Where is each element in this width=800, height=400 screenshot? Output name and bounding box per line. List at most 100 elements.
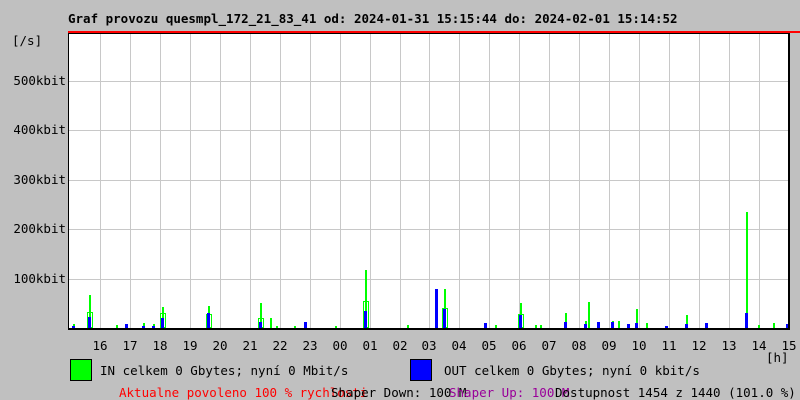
out-bar (72, 326, 75, 328)
hour-tick-label: 17 (122, 338, 138, 353)
y-tick-label: 300kbit (13, 172, 66, 187)
grid-line-vertical (669, 34, 670, 328)
hour-tick-label: 13 (721, 338, 737, 353)
hour-tick-label: 05 (481, 338, 497, 353)
out-bar (304, 322, 307, 328)
grid-line-vertical (759, 34, 760, 328)
grid-line-horizontal (69, 81, 788, 82)
in-spike (758, 325, 760, 328)
out-bar (88, 317, 91, 328)
grid-line-vertical (429, 34, 430, 328)
in-spike (540, 325, 542, 328)
hour-tick-label: 16 (92, 338, 108, 353)
hour-tick-label: 02 (392, 338, 408, 353)
hour-tick-label: 04 (451, 338, 467, 353)
grid-line-vertical (400, 34, 401, 328)
in-spike (335, 326, 337, 328)
y-tick-label: 400kbit (13, 122, 66, 137)
in-spike (646, 323, 648, 328)
out-bar (142, 326, 145, 328)
out-bar (665, 326, 668, 328)
hour-tick-label: 10 (631, 338, 647, 353)
hour-tick-label: 08 (571, 338, 587, 353)
hour-tick-label: 22 (272, 338, 288, 353)
grid-line-vertical (190, 34, 191, 328)
availability-text: Dostupnost 1454 z 1440 (101.0 %) (555, 385, 796, 400)
y-tick-label: 200kbit (13, 221, 66, 236)
in-spike (618, 321, 620, 328)
legend-in-label: IN celkem 0 Gbytes; nyní 0 Mbit/s (100, 363, 349, 378)
y-tick-label: 100kbit (13, 271, 66, 286)
hour-tick-label: 23 (302, 338, 318, 353)
graph-title: Graf provozu quesmpl_172_21_83_41 od: 20… (68, 11, 678, 26)
shaper-down-text: Shaper Down: 100 M (331, 385, 467, 400)
in-spike (535, 325, 537, 328)
grid-line-vertical (160, 34, 161, 328)
grid-line-vertical (639, 34, 640, 328)
grid-line-vertical (310, 34, 311, 328)
out-bar (259, 322, 262, 328)
grid-line-vertical (220, 34, 221, 328)
in-spike (495, 325, 497, 328)
hour-tick-label: 12 (691, 338, 707, 353)
grid-line-vertical (280, 34, 281, 328)
out-bar (519, 315, 522, 328)
y-tick-label: 500kbit (13, 73, 66, 88)
grid-line-horizontal (69, 229, 788, 230)
grid-line-vertical (519, 34, 520, 328)
hour-tick-label: 19 (182, 338, 198, 353)
out-bar (705, 323, 708, 328)
out-bar (564, 322, 567, 328)
y-axis-unit-label: [/s] (12, 33, 43, 48)
hour-tick-label: 06 (511, 338, 527, 353)
hour-tick-label: 11 (661, 338, 677, 353)
grid-line-horizontal (69, 279, 788, 280)
out-bar (584, 324, 587, 328)
hour-tick-label: 07 (541, 338, 557, 353)
hour-tick-label: 09 (601, 338, 617, 353)
out-bar (745, 313, 748, 328)
grid-line-vertical (459, 34, 460, 328)
legend-out-swatch (410, 359, 432, 381)
traffic-graph-page: { "header": { "title": "Graf provozu que… (0, 0, 800, 400)
shaper-up-text: Shaper Up: 100 M (449, 385, 570, 400)
in-spike (746, 212, 748, 328)
grid-line-vertical (370, 34, 371, 328)
in-spike (407, 325, 409, 328)
grid-line-vertical (729, 34, 730, 328)
grid-line-vertical (340, 34, 341, 328)
out-bar (435, 289, 438, 328)
hour-tick-label: 03 (421, 338, 437, 353)
grid-line-vertical (579, 34, 580, 328)
hour-tick-label: 21 (242, 338, 258, 353)
in-spike (773, 323, 775, 328)
in-spike (116, 325, 118, 328)
plot-area (68, 33, 790, 330)
grid-line-vertical (489, 34, 490, 328)
grid-line-vertical (100, 34, 101, 328)
out-bar (443, 309, 446, 328)
grid-line-vertical (549, 34, 550, 328)
grid-line-horizontal (69, 180, 788, 181)
in-spike (270, 318, 272, 328)
hour-tick-label: 00 (332, 338, 348, 353)
out-bar (786, 324, 788, 328)
out-bar (597, 322, 600, 328)
out-bar (152, 326, 155, 328)
out-bar (207, 313, 210, 328)
grid-line-vertical (130, 34, 131, 328)
x-axis-unit-label: [h] (766, 350, 789, 365)
in-spike (276, 326, 278, 328)
hour-tick-label: 01 (362, 338, 378, 353)
grid-line-vertical (250, 34, 251, 328)
out-bar (161, 318, 164, 328)
out-bar (125, 324, 128, 328)
grid-line-vertical (699, 34, 700, 328)
hour-tick-label: 18 (152, 338, 168, 353)
legend-in-swatch (70, 359, 92, 381)
grid-line-horizontal (69, 130, 788, 131)
plot-canvas (69, 34, 788, 328)
out-bar (635, 323, 638, 328)
out-bar (484, 323, 487, 328)
out-bar (364, 311, 367, 328)
